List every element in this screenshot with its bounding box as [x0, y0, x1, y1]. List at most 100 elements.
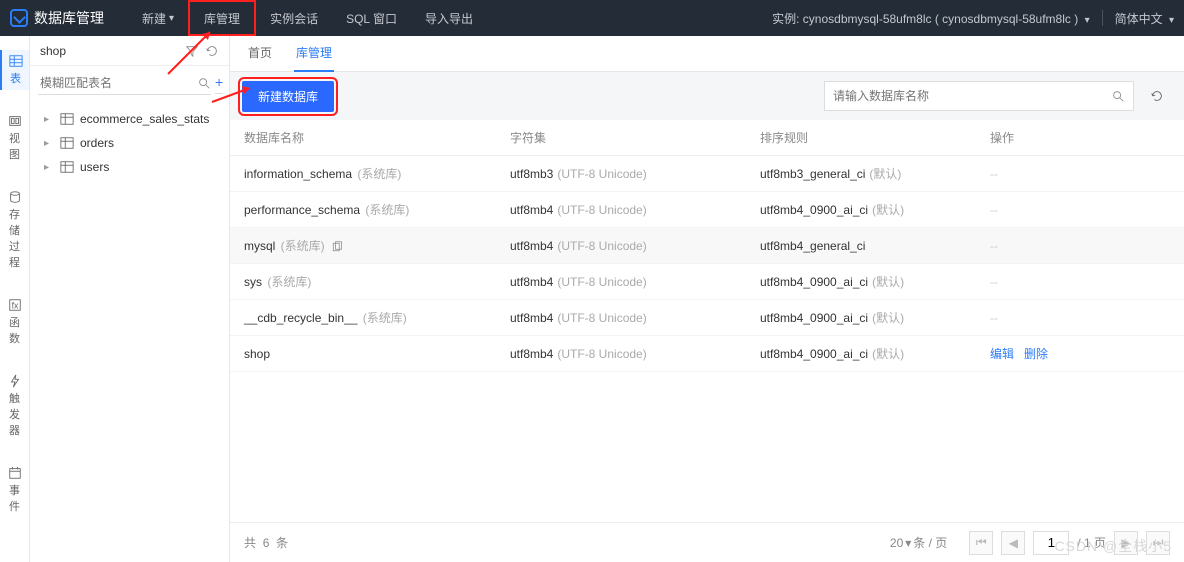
- tree-item[interactable]: ▸ users: [40, 155, 219, 179]
- charset: utf8mb4: [510, 311, 553, 325]
- svg-text:fx: fx: [11, 301, 18, 311]
- instance-label: 实例: cynosdbmysql-58ufm8lc ( cynosdbmysql…: [772, 12, 1078, 26]
- charset: utf8mb4: [510, 347, 553, 361]
- collation: utf8mb4_0900_ai_ci: [760, 203, 868, 217]
- instance-selector[interactable]: 实例: cynosdbmysql-58ufm8lc ( cynosdbmysql…: [772, 10, 1089, 27]
- charset: utf8mb4: [510, 203, 553, 217]
- rail-tables[interactable]: 表: [0, 50, 29, 90]
- charset-note: (UTF-8 Unicode): [557, 311, 646, 325]
- rail-triggers[interactable]: 触 发 器: [0, 370, 29, 442]
- sys-label: (系统库): [277, 239, 324, 253]
- add-table-button[interactable]: +: [215, 74, 223, 94]
- rail-funcs-label: 函 数: [9, 314, 20, 346]
- menu-sql-window[interactable]: SQL 窗口: [332, 0, 411, 36]
- left-panel-header: shop: [30, 36, 229, 66]
- caret-icon: ▸: [44, 138, 54, 149]
- pager-prev[interactable]: ◀: [1001, 531, 1025, 555]
- default-note: (默认): [872, 275, 904, 289]
- charset-note: (UTF-8 Unicode): [557, 203, 646, 217]
- col-charset: 字符集: [510, 129, 760, 146]
- table-row[interactable]: performance_schema (系统库) utf8mb4(UTF-8 U…: [230, 192, 1184, 228]
- default-note: (默认): [872, 203, 904, 217]
- charset-note: (UTF-8 Unicode): [557, 239, 646, 253]
- db-name: performance_schema: [244, 203, 360, 217]
- table-row[interactable]: shop utf8mb4 (UTF-8 Unicode) utf8mb4_0900…: [230, 336, 1184, 372]
- table-row[interactable]: information_schema (系统库) utf8mb3(UTF-8 U…: [230, 156, 1184, 192]
- db-name: shop: [244, 347, 270, 361]
- db-name: information_schema: [244, 167, 352, 181]
- refresh-icon[interactable]: [205, 44, 219, 58]
- charset-note: (UTF-8 Unicode): [557, 167, 646, 181]
- caret-icon: ▸: [44, 114, 54, 125]
- sys-label: (系统库): [359, 311, 406, 325]
- rail-functions[interactable]: fx 函 数: [0, 294, 29, 350]
- rail-triggers-label: 触 发 器: [9, 390, 20, 438]
- db-table: 数据库名称 字符集 排序规则 操作 information_schema (系统…: [230, 120, 1184, 562]
- collation: utf8mb4_0900_ai_ci: [760, 311, 868, 325]
- charset-note: (UTF-8 Unicode): [557, 275, 646, 289]
- pager-first[interactable]: ⏮: [969, 531, 993, 555]
- trigger-icon: [8, 374, 22, 388]
- delete-link[interactable]: 删除: [1024, 347, 1048, 361]
- content: 首页 库管理 新建数据库 数据库名称 字符集 排序规则 操作: [230, 36, 1184, 562]
- filter-icon[interactable]: [185, 44, 199, 58]
- view-icon: [8, 114, 22, 128]
- rail-views[interactable]: 视 图: [0, 110, 29, 166]
- charset: utf8mb4: [510, 275, 553, 289]
- table-icon: [9, 54, 23, 68]
- ops-dash: --: [990, 203, 998, 217]
- rail-views-label: 视 图: [9, 130, 20, 162]
- logo: 数据库管理: [10, 8, 104, 28]
- menu-import-export-label: 导入导出: [425, 10, 473, 27]
- db-search-input[interactable]: [833, 89, 1111, 103]
- ops-dash: --: [990, 275, 998, 289]
- chevron-down-icon: ▾: [1085, 15, 1090, 26]
- menu-sql-window-label: SQL 窗口: [346, 10, 397, 27]
- table-row[interactable]: __cdb_recycle_bin__ (系统库) utf8mb4(UTF-8 …: [230, 300, 1184, 336]
- menu-sessions-label: 实例会话: [270, 10, 318, 27]
- tab-home[interactable]: 首页: [246, 36, 274, 72]
- top-bar: 数据库管理 新建 ▾ 库管理 实例会话 SQL 窗口 导入导出 实例: cyno…: [0, 0, 1184, 36]
- create-db-button[interactable]: 新建数据库: [242, 81, 334, 112]
- event-icon: [8, 466, 22, 480]
- menu-db-mgmt[interactable]: 库管理: [188, 0, 256, 36]
- tree-item[interactable]: ▸ ecommerce_sales_stats: [40, 107, 219, 131]
- rail-events-label: 事 件: [9, 482, 20, 514]
- refresh-button[interactable]: [1142, 81, 1172, 111]
- sys-label: (系统库): [264, 275, 311, 289]
- search-icon[interactable]: [1111, 89, 1125, 103]
- charset-note: (UTF-8 Unicode): [557, 347, 646, 361]
- table-icon: [60, 160, 74, 174]
- tree-item[interactable]: ▸ orders: [40, 131, 219, 155]
- chevron-down-icon: ▾: [1169, 15, 1174, 26]
- left-search-row: +: [30, 66, 229, 101]
- edit-link[interactable]: 编辑: [990, 347, 1014, 361]
- chevron-down-icon: ▾: [169, 13, 174, 24]
- toolbar: 新建数据库: [230, 72, 1184, 120]
- language-selector[interactable]: 简体中文 ▾: [1115, 10, 1174, 27]
- ops-dash: --: [990, 311, 998, 325]
- table-row[interactable]: mysql (系统库) utf8mb4(UTF-8 Unicode) utf8m…: [230, 228, 1184, 264]
- table-row[interactable]: sys (系统库) utf8mb4(UTF-8 Unicode) utf8mb4…: [230, 264, 1184, 300]
- charset: utf8mb4: [510, 239, 553, 253]
- tab-db-mgmt[interactable]: 库管理: [294, 36, 334, 72]
- current-db-name: shop: [40, 44, 179, 58]
- divider: [1102, 10, 1103, 26]
- tree-item-label: users: [80, 160, 109, 174]
- table-header: 数据库名称 字符集 排序规则 操作: [230, 120, 1184, 156]
- refresh-icon: [1150, 89, 1164, 103]
- menu-new[interactable]: 新建 ▾: [128, 0, 188, 36]
- collation: utf8mb4_0900_ai_ci: [760, 347, 868, 361]
- menu-import-export[interactable]: 导入导出: [411, 0, 487, 36]
- menu-sessions[interactable]: 实例会话: [256, 0, 332, 36]
- page-size-selector[interactable]: 20 ▾ 条 / 页: [890, 534, 947, 551]
- rail-procedures[interactable]: 存 储 过 程: [0, 186, 29, 274]
- table-body: information_schema (系统库) utf8mb3(UTF-8 U…: [230, 156, 1184, 372]
- icon-rail: 表 视 图 存 储 过 程 fx 函 数 触 发 器 事 件: [0, 36, 30, 562]
- menu-new-label: 新建: [142, 10, 166, 27]
- search-icon[interactable]: [197, 76, 211, 90]
- copy-icon[interactable]: [331, 241, 343, 253]
- app-title: 数据库管理: [34, 8, 104, 28]
- rail-events[interactable]: 事 件: [0, 462, 29, 518]
- table-search-input[interactable]: [38, 72, 197, 94]
